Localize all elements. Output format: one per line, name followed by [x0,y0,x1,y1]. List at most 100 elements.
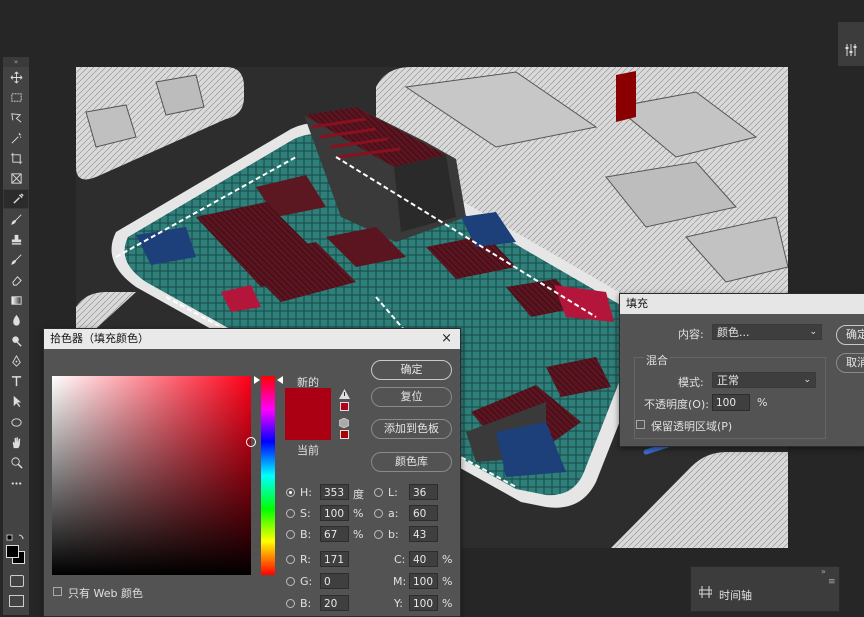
lab-b-input[interactable]: 43 [409,526,438,542]
yellow-label: Y: [394,597,403,610]
fill-ok-button[interactable]: 确定 [836,325,864,345]
type-icon[interactable] [3,371,29,391]
ellipse-icon[interactable] [3,412,29,432]
lab-l-input[interactable]: 36 [409,484,438,500]
more-icon[interactable] [3,473,29,493]
new-color-swatch [285,388,331,414]
frame-icon[interactable] [3,168,29,188]
saturation-brightness-field[interactable] [52,376,251,575]
add-to-swatches-button[interactable]: 添加到色板 [371,419,452,439]
blend-group-label: 混合 [644,352,670,368]
timeline-icon[interactable] [698,586,713,601]
saturation-radio[interactable] [286,509,295,518]
red-input[interactable]: 171 [320,551,349,567]
tools-panel-grip[interactable]: » [3,57,29,67]
lasso-icon[interactable] [3,108,29,128]
opacity-label: 不透明度(O): [644,398,709,411]
content-select[interactable]: 颜色... ⌄ [712,324,822,340]
yellow-unit: % [442,597,453,610]
red-radio[interactable] [286,555,295,564]
green-label: G: [300,575,313,588]
color-libraries-button[interactable]: 颜色库 [371,452,452,472]
adjust-icon[interactable] [844,42,858,61]
web-only-label: 只有 Web 颜色 [68,587,143,600]
color-picker-titlebar[interactable]: 拾色器（填充颜色） × [44,329,460,349]
properties-mini-panel [838,22,864,66]
eyedropper-icon[interactable] [3,188,29,210]
green-radio[interactable] [286,577,295,586]
ok-button[interactable]: 确定 [371,360,452,380]
reset-button[interactable]: 复位 [371,387,452,407]
screen-mode-icon[interactable] [9,595,24,607]
chevron-down-icon: ⌄ [803,375,811,385]
foreground-color-swatch[interactable] [6,545,19,558]
web-only-checkbox[interactable] [53,587,62,596]
zoom-icon[interactable] [3,453,29,473]
hand-icon[interactable] [3,432,29,452]
history-brush-icon[interactable] [3,250,29,270]
hue-slider-arrow-left[interactable] [254,376,260,384]
yellow-input[interactable]: 100 [409,595,438,611]
brightness-radio[interactable] [286,530,295,539]
lab-b-label: b: [388,528,399,541]
hue-slider[interactable] [261,376,275,575]
opacity-input[interactable]: 100 [712,394,750,411]
magic-wand-icon[interactable] [3,128,29,148]
magenta-label: M: [393,575,407,588]
crop-icon[interactable] [3,148,29,168]
tools-panel: » [3,57,29,615]
blur-icon[interactable] [3,311,29,331]
brush-icon[interactable] [3,209,29,229]
brightness-unit: % [353,528,364,541]
content-select-value: 颜色... [717,326,750,339]
swap-colors-icon[interactable] [6,533,26,543]
eraser-icon[interactable] [3,270,29,290]
preserve-transparency-checkbox[interactable] [636,420,645,429]
close-icon[interactable]: × [441,329,452,349]
stamp-icon[interactable] [3,229,29,249]
gradient-icon[interactable] [3,290,29,310]
mode-select-value: 正常 [717,374,739,387]
move-icon[interactable] [3,67,29,87]
quick-mask-icon[interactable] [10,575,24,587]
mode-select[interactable]: 正常 ⌄ [712,372,816,388]
hue-slider-arrow-right[interactable] [277,376,283,384]
blue-radio[interactable] [286,599,295,608]
timeline-panel-menu[interactable]: ≡ [828,577,836,587]
preserve-transparency-label: 保留透明区域(P) [651,420,733,433]
cyan-unit: % [442,553,453,566]
saturation-input[interactable]: 100 [320,505,349,521]
lab-b-radio[interactable] [374,530,383,539]
current-color-swatch[interactable] [285,414,331,440]
gamut-warning-icon[interactable] [339,389,350,402]
hue-label: H: [300,486,312,499]
cyan-input[interactable]: 40 [409,551,438,567]
web-safe-swatch[interactable] [340,430,349,439]
brightness-label: B: [300,528,312,541]
fill-titlebar[interactable]: 填充 [620,294,864,314]
blue-label: B: [300,597,312,610]
dodge-icon[interactable] [3,331,29,351]
fill-cancel-button[interactable]: 取消 [836,353,864,373]
timeline-panel-grip[interactable]: » [821,567,826,576]
marquee-icon[interactable] [3,87,29,107]
pen-icon[interactable] [3,351,29,371]
color-picker-dialog: 拾色器（填充颜色） × 新的 当前 确定 复位 添加到色板 颜色库 H: 353… [43,328,461,617]
gamut-warning-swatch[interactable] [340,402,349,411]
fill-dialog: 填充 内容: 颜色... ⌄ 确定 取消 混合 模式: 正常 ⌄ 不透明度(O)… [619,293,864,447]
path-select-icon[interactable] [3,392,29,412]
hue-radio[interactable] [286,488,295,497]
blue-input[interactable]: 20 [320,595,349,611]
lab-l-radio[interactable] [374,488,383,497]
fill-title: 填充 [626,297,648,310]
lab-a-input[interactable]: 60 [409,505,438,521]
lab-a-radio[interactable] [374,509,383,518]
hue-input[interactable]: 353 [320,484,349,500]
green-input[interactable]: 0 [320,573,349,589]
timeline-label[interactable]: 时间轴 [719,587,752,603]
color-field-cursor[interactable] [246,437,256,447]
brightness-input[interactable]: 67 [320,526,349,542]
magenta-input[interactable]: 100 [409,573,438,589]
cyan-label: C: [394,553,406,566]
hue-unit: 度 [353,488,364,501]
